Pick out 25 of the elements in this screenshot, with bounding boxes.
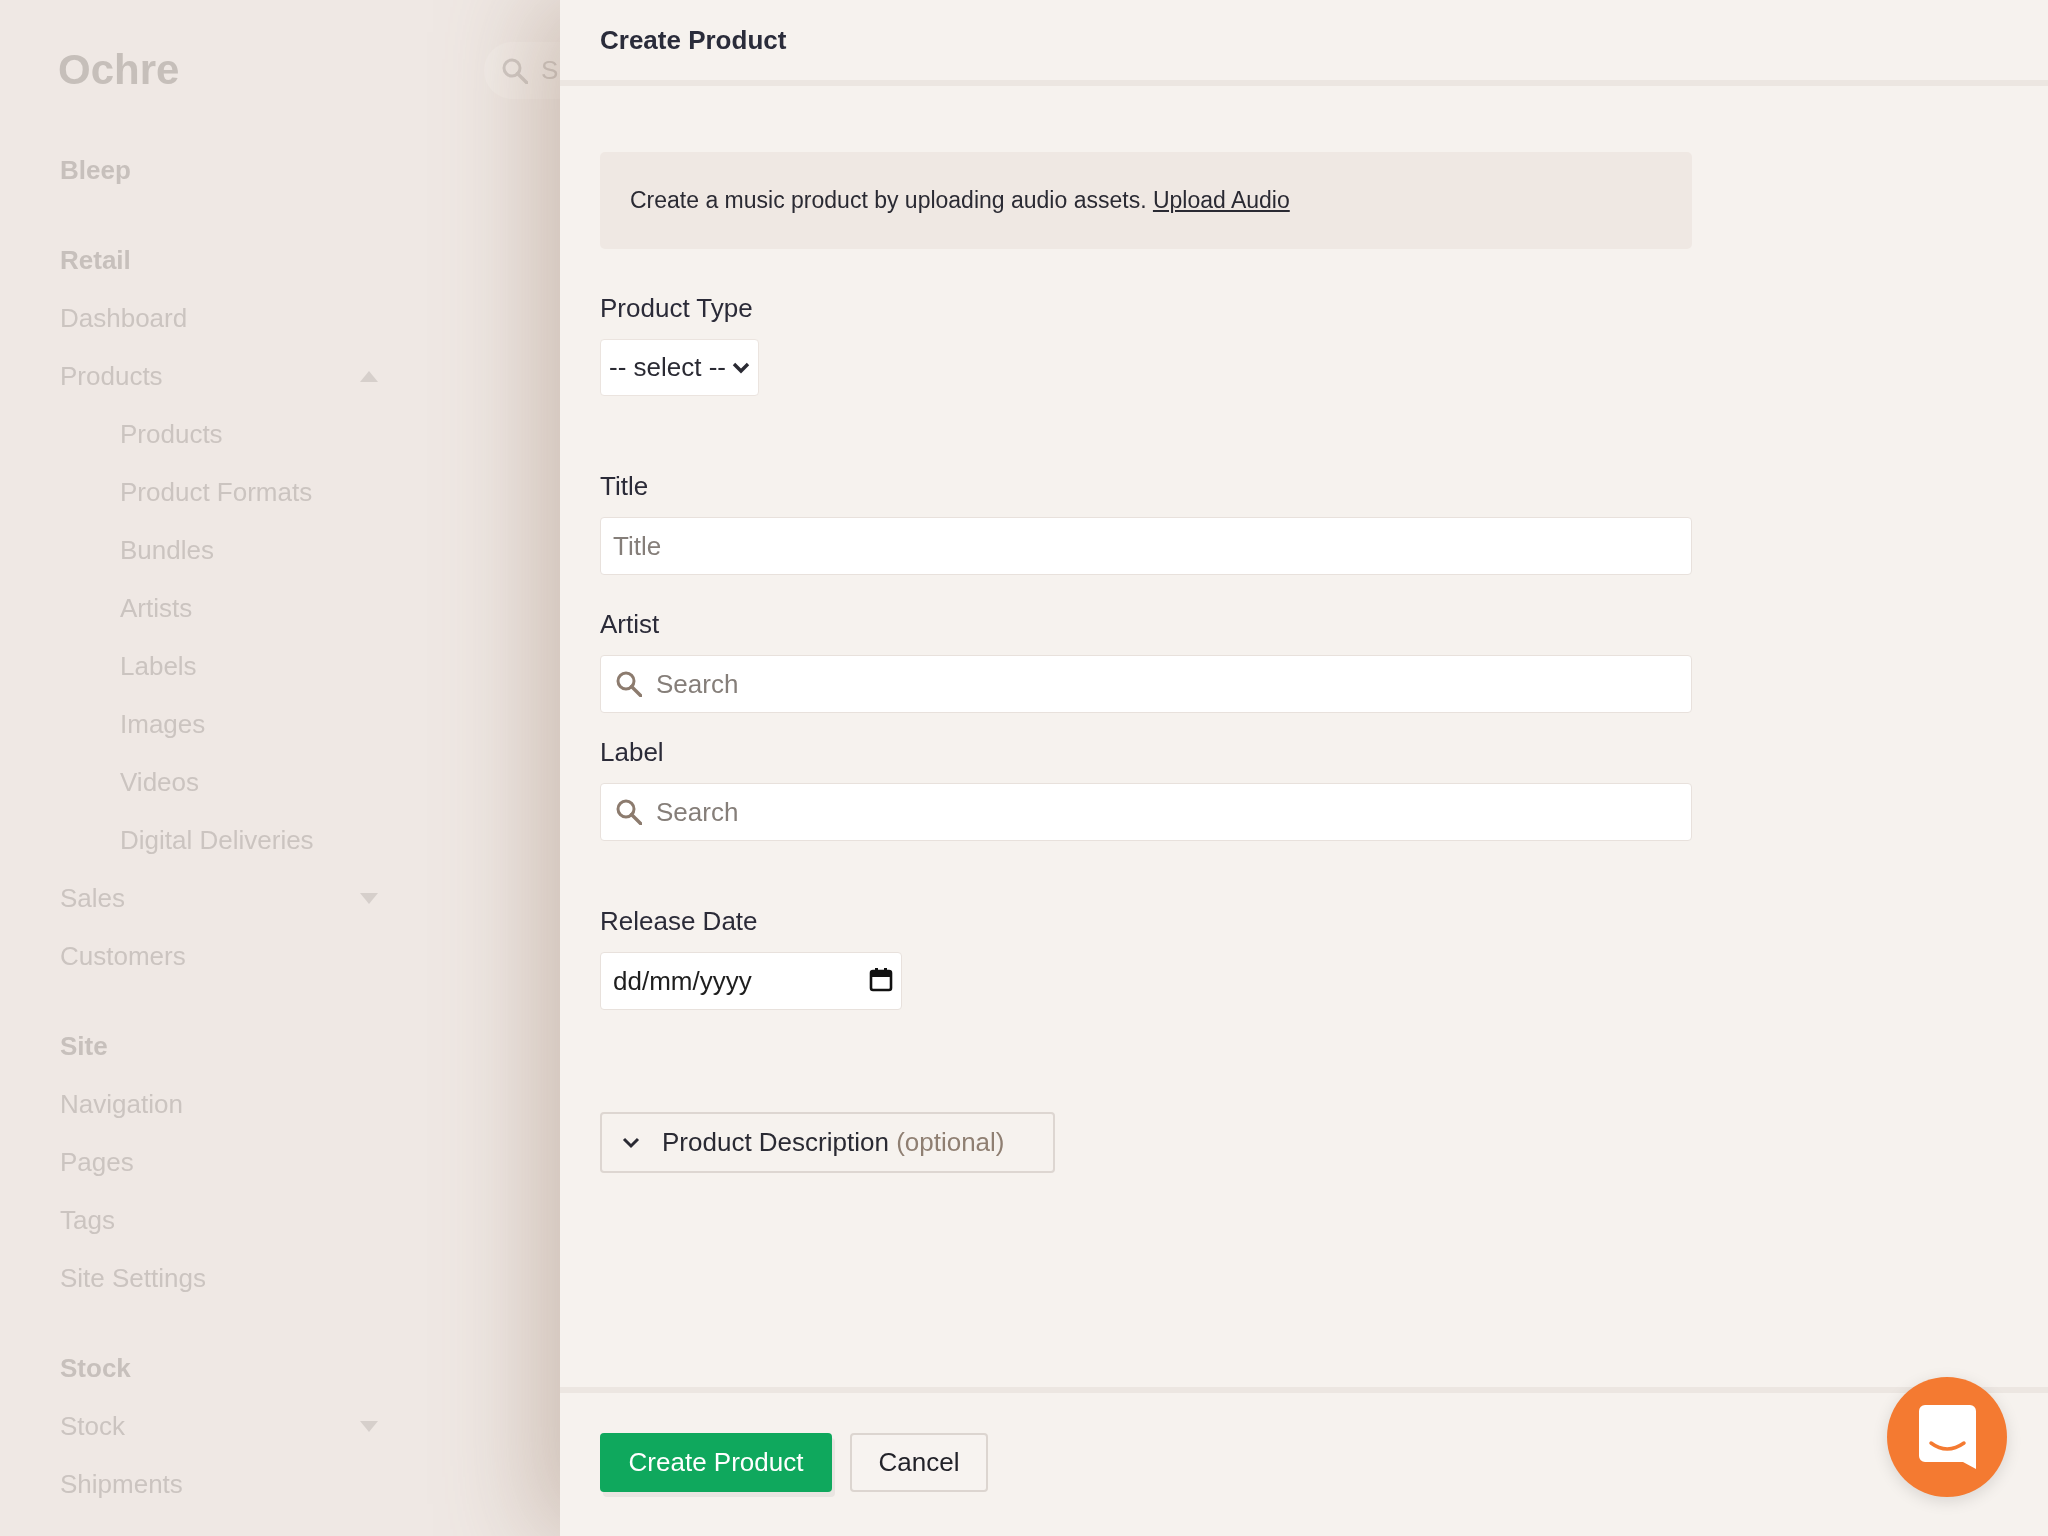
notice-text: Create a music product by uploading audio assets. Upload Audio <box>630 186 1290 216</box>
caret-down-icon[interactable] <box>360 1420 378 1432</box>
search-field[interactable]: Search <box>600 655 1692 713</box>
search-field[interactable]: Search <box>600 783 1692 841</box>
search-icon <box>616 671 642 697</box>
create-button[interactable]: Create Product <box>600 1433 832 1492</box>
chat-icon <box>1918 1405 1976 1469</box>
cancel-button[interactable]: Cancel <box>850 1433 988 1492</box>
text-input[interactable]: Title <box>600 517 1692 575</box>
search-icon <box>502 57 528 84</box>
caret-down-icon[interactable] <box>360 892 378 904</box>
search-icon <box>616 799 642 825</box>
date-field[interactable]: dd/mm/yyyy <box>600 952 902 1010</box>
field-label: Label <box>600 737 664 767</box>
chevron-down-icon <box>732 361 750 374</box>
field-label: Title <box>600 471 649 501</box>
accordion-toggle[interactable]: Product Description (optional) <box>600 1112 1055 1173</box>
upload-audio-link[interactable]: Upload Audio <box>1152 187 1290 214</box>
field-label: Artist <box>600 609 660 639</box>
panel-title: Create Product <box>600 23 787 57</box>
select-field[interactable]: -- select -- <box>600 339 759 396</box>
field-label: Release Date <box>600 906 758 936</box>
calendar-icon[interactable] <box>869 968 893 992</box>
field-label: Product Type <box>600 293 753 323</box>
caret-up-icon[interactable] <box>360 370 378 382</box>
